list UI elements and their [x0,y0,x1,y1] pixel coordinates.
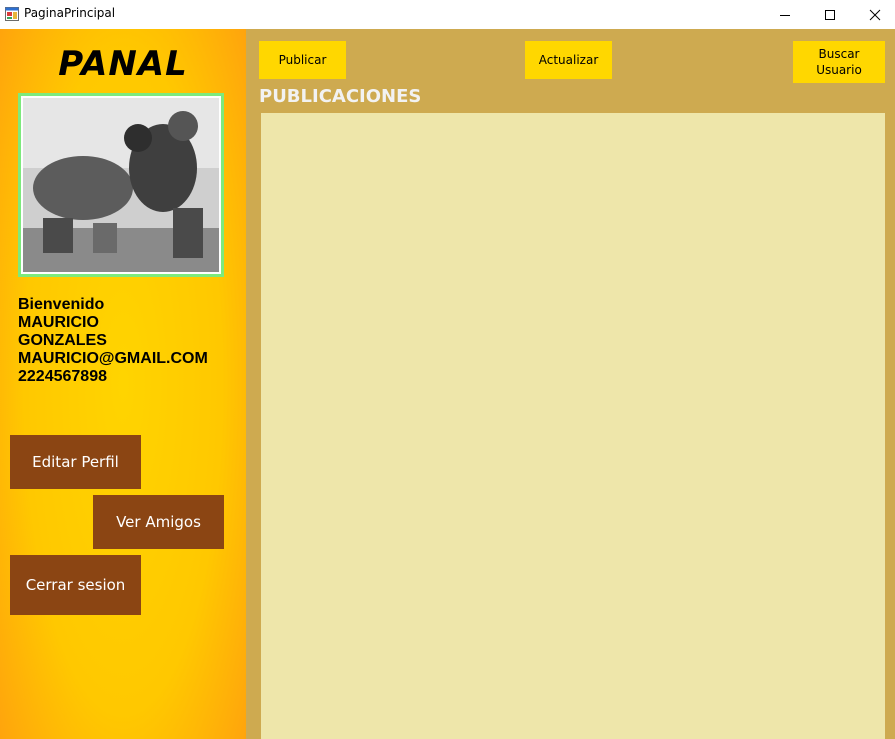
maximize-icon [825,9,835,20]
section-title: PUBLICACIONES [259,85,425,113]
minimize-icon [780,14,790,16]
profile-photo-frame [18,93,224,277]
app-form-icon [5,6,19,21]
sidebar: PANAL Bienvenido MAURICIO GONZALES MAURI… [0,29,246,739]
last-name-label: GONZALES [18,332,107,349]
publish-button[interactable]: Publicar [259,41,346,79]
title-bar: PaginaPrincipal [0,0,895,29]
minimize-button[interactable] [762,0,808,29]
publications-feed[interactable] [261,113,885,739]
logout-button[interactable]: Cerrar sesion [10,555,141,615]
view-friends-button[interactable]: Ver Amigos [93,495,224,549]
main-panel: Publicar Actualizar Buscar Usuario PUBLI… [246,29,895,739]
search-user-label-line1: Buscar [818,47,860,61]
close-button[interactable] [852,0,895,29]
greeting-label: Bienvenido [18,296,105,313]
window-title: PaginaPrincipal [24,6,116,20]
user-info: Bienvenido MAURICIO GONZALES MAURICIO@GM… [18,296,246,386]
edit-profile-button[interactable]: Editar Perfil [10,435,141,489]
search-user-label-line2: Usuario [816,63,862,77]
email-label: MAURICIO@GMAIL.COM [18,350,208,367]
maximize-button[interactable] [807,0,853,29]
refresh-button[interactable]: Actualizar [525,41,612,79]
profile-photo [23,98,219,272]
close-icon [869,9,881,20]
first-name-label: MAURICIO [18,314,99,331]
phone-label: 2224567898 [18,368,107,385]
search-user-button[interactable]: Buscar Usuario [793,41,885,83]
brand-title: PANAL [58,44,188,84]
